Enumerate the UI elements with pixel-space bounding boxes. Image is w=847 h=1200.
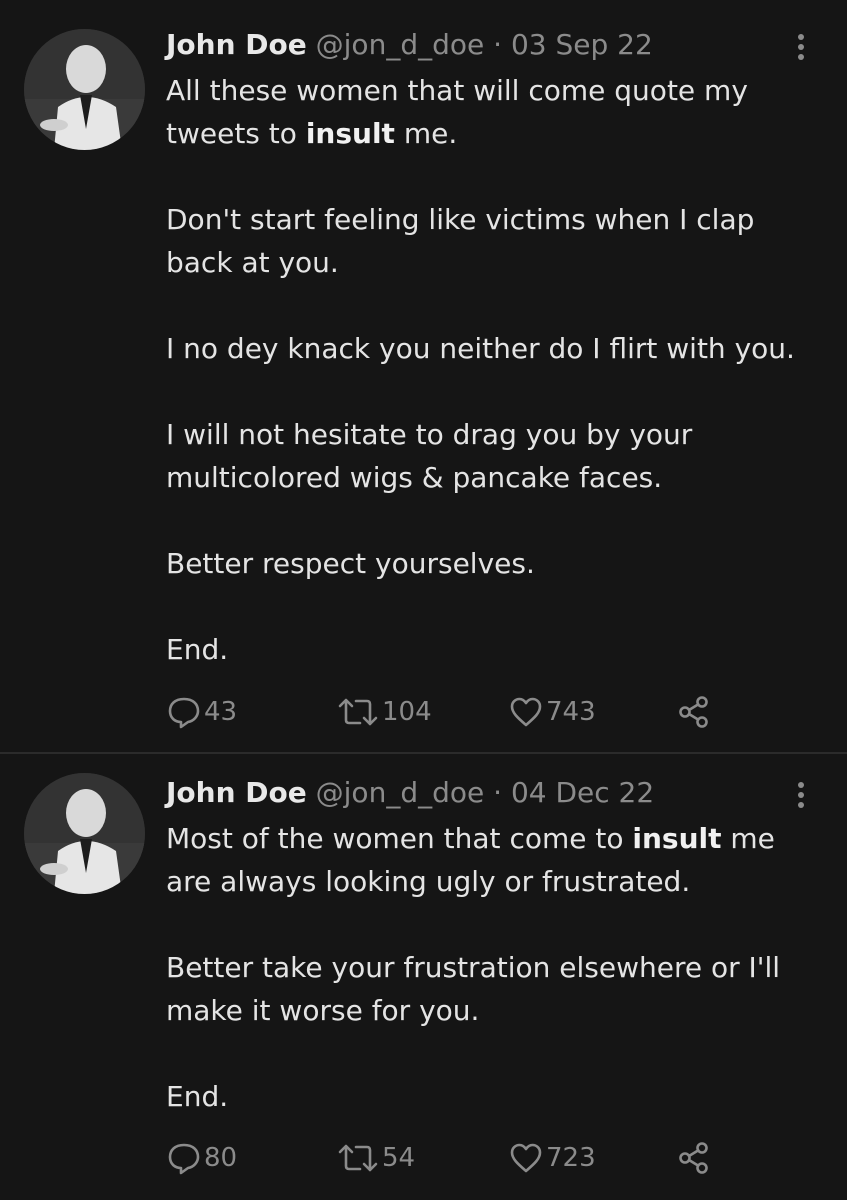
like-count: 723: [546, 1143, 596, 1173]
heart-icon: [510, 697, 542, 727]
tweet-paragraph: Better respect yourselves.: [166, 547, 535, 580]
highlighted-word: insult: [305, 117, 395, 150]
share-button[interactable]: [676, 1138, 714, 1178]
heart-icon: [510, 1143, 542, 1173]
reply-count: 80: [204, 1143, 238, 1173]
like-button[interactable]: 723: [508, 1138, 596, 1178]
tweet-paragraph: Better take your frustration elsewhere o…: [166, 951, 781, 1027]
tweet-actions: 43 104 743: [166, 692, 806, 732]
tweet-paragraph: I will not hesitate to drag you by your …: [166, 418, 693, 494]
tweet-date[interactable]: 03 Sep 22: [511, 28, 653, 61]
tweet-text: Most of the women that come to insult me…: [166, 817, 826, 1118]
header-separator: ·: [493, 776, 503, 809]
avatar[interactable]: [24, 29, 145, 150]
tweet-paragraph: All these women that will come quote my …: [166, 74, 748, 150]
tweet-header: John Doe @jon_d_doe · 03 Sep 22: [166, 28, 653, 62]
like-button[interactable]: 743: [508, 692, 596, 732]
author-handle[interactable]: @jon_d_doe: [316, 776, 485, 809]
author-handle[interactable]: @jon_d_doe: [316, 28, 485, 61]
tweet[interactable]: John Doe @jon_d_doe · 04 Dec 22 Most of …: [0, 754, 847, 1200]
reply-icon: [168, 697, 200, 729]
more-vertical-icon[interactable]: [786, 776, 816, 816]
tweet-paragraph: End.: [166, 633, 229, 666]
share-icon: [679, 696, 708, 728]
header-separator: ·: [493, 28, 503, 61]
tweet-paragraph: Most of the women that come to insult me…: [166, 822, 775, 898]
share-button[interactable]: [676, 692, 714, 732]
retweet-icon: [338, 1144, 378, 1172]
tweet-text: All these women that will come quote my …: [166, 69, 826, 671]
tweet-paragraph: End.: [166, 1080, 229, 1113]
reply-count: 43: [204, 697, 238, 727]
tweet-paragraph: Don't start feeling like victims when I …: [166, 203, 755, 279]
more-vertical-icon[interactable]: [786, 28, 816, 68]
retweet-button[interactable]: 104: [336, 692, 432, 732]
tweet-date[interactable]: 04 Dec 22: [511, 776, 654, 809]
tweet-header: John Doe @jon_d_doe · 04 Dec 22: [166, 776, 654, 810]
tweet-actions: 80 54 723: [166, 1138, 806, 1178]
highlighted-word: insult: [632, 822, 722, 855]
tweet[interactable]: John Doe @jon_d_doe · 03 Sep 22 All thes…: [0, 0, 847, 752]
retweet-icon: [338, 698, 378, 726]
retweet-button[interactable]: 54: [336, 1138, 415, 1178]
reply-icon: [168, 1143, 200, 1175]
retweet-count: 104: [382, 697, 432, 727]
avatar[interactable]: [24, 773, 145, 894]
share-icon: [679, 1142, 708, 1174]
author-name[interactable]: John Doe: [166, 776, 307, 809]
reply-button[interactable]: 43: [166, 692, 237, 732]
like-count: 743: [546, 697, 596, 727]
reply-button[interactable]: 80: [166, 1138, 237, 1178]
author-name[interactable]: John Doe: [166, 28, 307, 61]
retweet-count: 54: [382, 1143, 416, 1173]
tweet-paragraph: I no dey knack you neither do I flirt wi…: [166, 332, 795, 365]
